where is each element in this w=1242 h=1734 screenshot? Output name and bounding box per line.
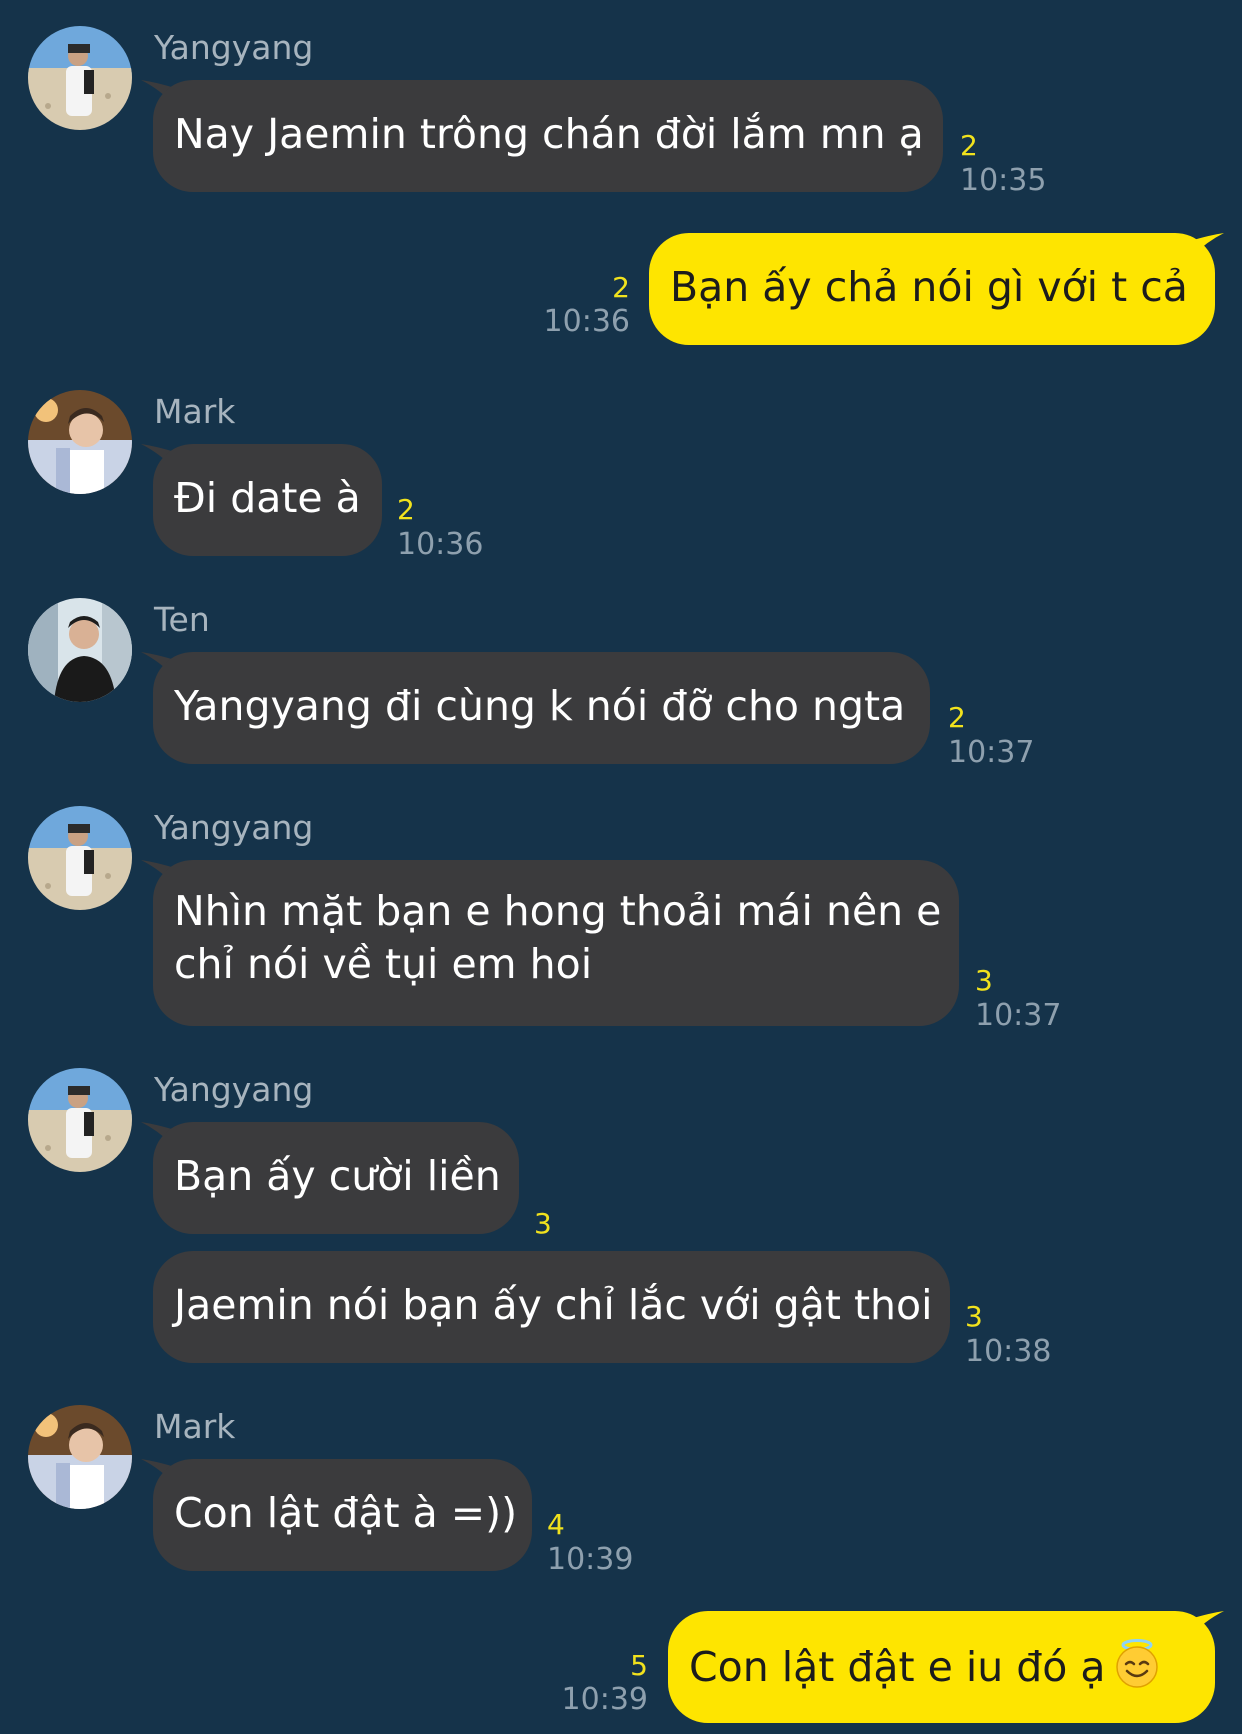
message-time: 10:35 <box>960 163 1047 198</box>
unread-count: 2 <box>948 701 966 734</box>
message-text: Con lật đật à =)) <box>174 1489 518 1537</box>
unread-count: 3 <box>534 1207 552 1240</box>
avatar-image <box>28 1068 132 1172</box>
message-bubble[interactable]: Yangyang đi cùng k nói đỡ cho ngta <box>153 652 930 764</box>
message-time: 10:38 <box>965 1334 1052 1369</box>
sender-name: Mark <box>154 392 236 431</box>
message-time: 10:37 <box>975 998 1062 1033</box>
sender-name: Mark <box>154 1407 236 1446</box>
message-time: 10:37 <box>948 735 1035 770</box>
avatar-image <box>28 598 132 702</box>
message-time: 10:39 <box>547 1542 634 1577</box>
message-time: 10:36 <box>543 304 630 339</box>
message-text: Bạn ấy chả nói gì với t cả <box>670 263 1188 311</box>
unread-count: 2 <box>397 493 415 526</box>
message-text-line: Nhìn mặt bạn e hong thoải mái nên e <box>174 887 942 935</box>
sender-name: Yangyang <box>154 808 314 847</box>
message-text: Con lật đật e iu đó ạ <box>689 1643 1106 1691</box>
avatar-yangyang[interactable] <box>28 1068 132 1172</box>
unread-count: 4 <box>547 1508 565 1541</box>
unread-count: 5 <box>630 1649 648 1682</box>
message-bubble[interactable]: Con lật đật à =)) <box>153 1459 532 1571</box>
message-bubble[interactable]: Jaemin nói bạn ấy chỉ lắc với gật thoi <box>153 1251 950 1363</box>
message-text: Jaemin nói bạn ấy chỉ lắc với gật thoi <box>174 1281 933 1329</box>
message-text: Đi date à <box>174 474 361 522</box>
avatar-ten[interactable] <box>28 598 132 702</box>
sender-name: Yangyang <box>154 1070 314 1109</box>
unread-count: 3 <box>965 1300 983 1333</box>
avatar-image <box>28 390 132 494</box>
unread-count: 2 <box>960 129 978 162</box>
message-time: 10:39 <box>561 1682 648 1717</box>
message-text: Nay Jaemin trông chán đời lắm mn ạ <box>174 110 924 158</box>
avatar-mark[interactable] <box>28 1405 132 1509</box>
message-text: Bạn ấy cười liền <box>174 1152 501 1200</box>
message-time: 10:36 <box>397 527 484 562</box>
avatar-image <box>28 1405 132 1509</box>
unread-count: 2 <box>612 271 630 304</box>
avatar-image <box>28 806 132 910</box>
sender-name: Yangyang <box>154 28 314 67</box>
my-message-bubble[interactable]: Bạn ấy chả nói gì với t cả <box>649 233 1215 345</box>
message-bubble[interactable]: Nay Jaemin trông chán đời lắm mn ạ <box>153 80 943 192</box>
unread-count: 3 <box>975 964 993 997</box>
message-bubble[interactable]: Bạn ấy cười liền <box>153 1122 519 1234</box>
message-text-line: chỉ nói về tụi em hoi <box>174 940 593 988</box>
avatar-yangyang[interactable] <box>28 26 132 130</box>
sender-name: Ten <box>154 600 210 639</box>
avatar-yangyang[interactable] <box>28 806 132 910</box>
my-message-bubble[interactable]: Con lật đật e iu đó ạ <box>668 1611 1215 1723</box>
message-bubble[interactable]: Đi date à <box>153 444 382 556</box>
avatar-mark[interactable] <box>28 390 132 494</box>
message-bubble[interactable]: Nhìn mặt bạn e hong thoải mái nên e chỉ … <box>153 860 959 1026</box>
smiling-face-with-halo-icon <box>1112 1639 1162 1689</box>
avatar-image <box>28 26 132 130</box>
message-text: Yangyang đi cùng k nói đỡ cho ngta <box>174 682 906 730</box>
